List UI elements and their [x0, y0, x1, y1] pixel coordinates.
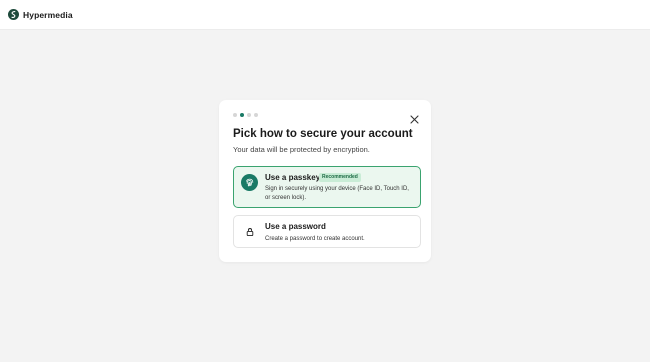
secure-account-dialog: Pick how to secure your account Your dat… [219, 100, 431, 262]
brand-logo-icon[interactable] [8, 9, 19, 20]
fingerprint-icon [246, 178, 254, 187]
passkey-option-title: Use a passkey [265, 173, 321, 182]
step-indicator [233, 113, 258, 117]
passkey-option-description: Sign in securely using your device (Face… [265, 186, 409, 201]
passkey-icon-circle [241, 174, 258, 191]
passkey-option[interactable]: Use a passkey Recommended Sign in secure… [233, 166, 421, 208]
step-dot-1 [233, 113, 237, 117]
lock-icon [246, 227, 253, 236]
password-option-description: Create a password to create account. [265, 236, 365, 242]
dialog-subtitle: Your data will be protected by encryptio… [233, 145, 370, 154]
step-dot-3 [247, 113, 251, 117]
step-dot-4 [254, 113, 258, 117]
close-icon [410, 115, 419, 124]
dialog-title: Pick how to secure your account [233, 128, 413, 140]
brand-name[interactable]: Hypermedia [23, 10, 73, 20]
password-option[interactable]: Use a password Create a password to crea… [233, 215, 421, 248]
step-dot-2-current [240, 113, 244, 117]
top-bar: Hypermedia [0, 0, 650, 30]
recommended-badge: Recommended [319, 173, 361, 182]
password-option-title: Use a password [265, 222, 326, 231]
close-button[interactable] [410, 111, 419, 124]
password-icon-circle [241, 223, 258, 240]
